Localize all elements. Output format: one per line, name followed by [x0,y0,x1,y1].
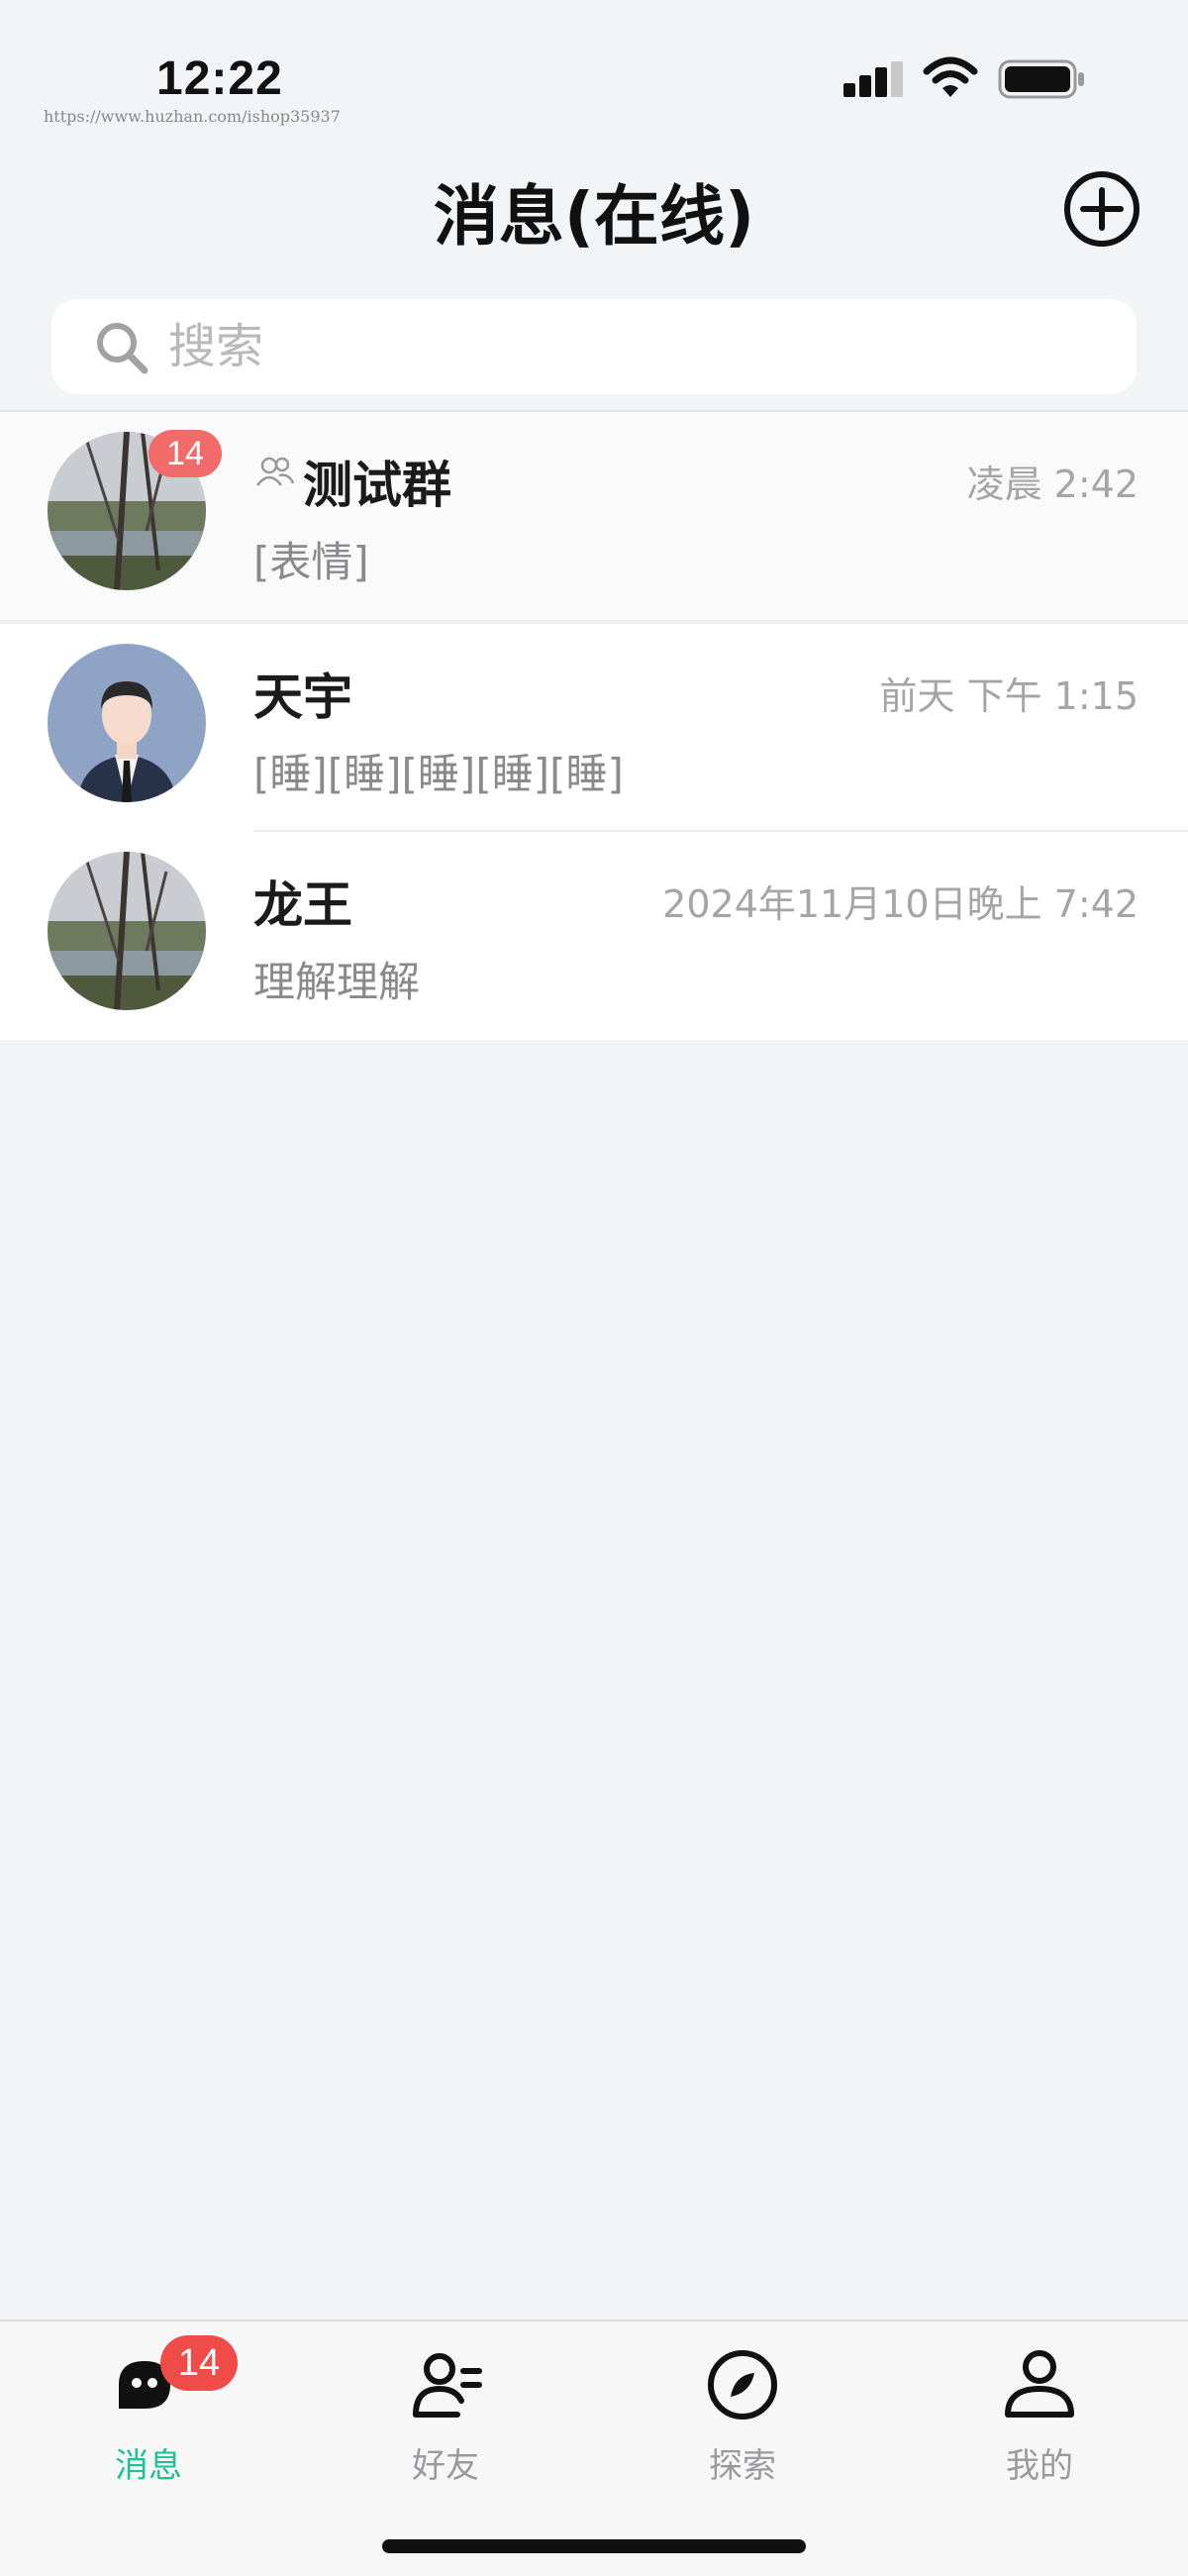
conversation-time: 2024年11月10日晚上 7:42 [662,882,1138,926]
search-icon [97,323,148,374]
compass-icon [708,2350,777,2420]
tab-profile[interactable]: 我的 [940,2335,1138,2486]
group-icon [256,457,295,486]
profile-icon [1005,2350,1074,2418]
tab-friends[interactable]: 好友 [346,2335,544,2486]
conversation-item[interactable]: 14 测试群 凌晨 2:42 [表情] [0,412,1188,620]
conversation-preview: [表情] [253,538,369,586]
tab-label: 好友 [412,2446,479,2486]
status-time: 12:22 [156,52,283,105]
tab-bar: 14 消息 好友 探索 我的 [0,2319,1188,2576]
tab-badge: 14 [160,2335,238,2391]
tab-label: 我的 [1006,2446,1073,2486]
tab-label: 探索 [709,2446,776,2486]
battery-icon [998,59,1084,99]
page-title: 消息(在线) [433,178,755,255]
conversation-item[interactable]: 龙王 2024年11月10日晚上 7:42 理解理解 [0,832,1188,1040]
avatar[interactable] [48,852,206,1010]
conversation-name: 测试群 [303,457,451,514]
conversation-name: 天宇 [253,669,352,726]
conversation-name: 龙王 [253,876,352,934]
search-bar[interactable] [51,299,1137,394]
conversation-preview: 理解理解 [253,958,421,1006]
search-input[interactable] [168,313,1059,380]
status-bar: 12:22 https://www.huzhan.com/ishop35937 [0,0,1188,139]
conversation-item[interactable]: 天宇 前天 下午 1:15 [睡][睡][睡][睡][睡] [0,624,1188,832]
cellular-signal-icon [843,61,903,97]
tab-label: 消息 [115,2446,182,2486]
wifi-icon [923,56,978,97]
friends-icon [413,2353,482,2418]
conversation-preview: [睡][睡][睡][睡][睡] [253,750,624,798]
watermark-text: https://www.huzhan.com/ishop35937 [44,107,341,126]
avatar[interactable] [48,644,206,802]
home-indicator [382,2539,806,2553]
unread-badge: 14 [148,430,222,477]
add-button[interactable] [1063,170,1140,248]
conversation-time: 凌晨 2:42 [966,463,1138,506]
tab-messages[interactable]: 14 消息 [50,2335,248,2486]
tab-explore[interactable]: 探索 [644,2335,842,2486]
conversation-time: 前天 下午 1:15 [879,674,1139,718]
conversation-list: 14 测试群 凌晨 2:42 [表情] 天宇 前天 下午 1:15 [睡][睡] [0,412,1188,1040]
